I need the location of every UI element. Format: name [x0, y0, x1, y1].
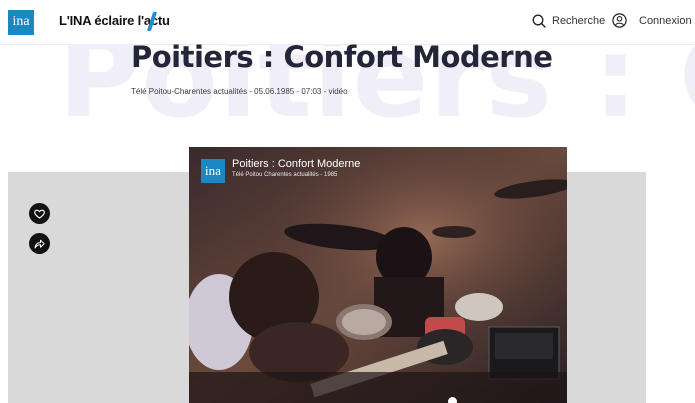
video-subtitle: Télé Poitou Charentes actualités - 1985: [232, 172, 338, 178]
video-title: Poitiers : Confort Moderne: [232, 158, 361, 170]
heart-icon: [34, 209, 45, 219]
search-icon: [532, 14, 546, 28]
page-title: Poitiers : Confort Moderne: [131, 40, 553, 74]
progress-handle[interactable]: [448, 397, 457, 403]
article-meta: Télé Poitou-Charentes actualités - 05.06…: [131, 87, 348, 96]
share-icon: [34, 239, 45, 248]
video-frame-image: [189, 147, 567, 403]
ina-logo[interactable]: ina: [8, 10, 34, 35]
favorite-button[interactable]: [29, 203, 50, 224]
login-label: Connexion: [639, 14, 692, 27]
share-button[interactable]: [29, 233, 50, 254]
login-button[interactable]: Connexion: [612, 13, 692, 28]
search-button[interactable]: Recherche: [532, 14, 605, 28]
video-player[interactable]: ina Poitiers : Confort Moderne Télé Poit…: [189, 147, 567, 403]
video-ina-logo: ina: [201, 159, 225, 183]
site-header: ina L'INA éclaire l'actu Recherche Conne…: [0, 0, 695, 44]
search-label: Recherche: [552, 15, 606, 27]
user-icon: [612, 13, 627, 28]
